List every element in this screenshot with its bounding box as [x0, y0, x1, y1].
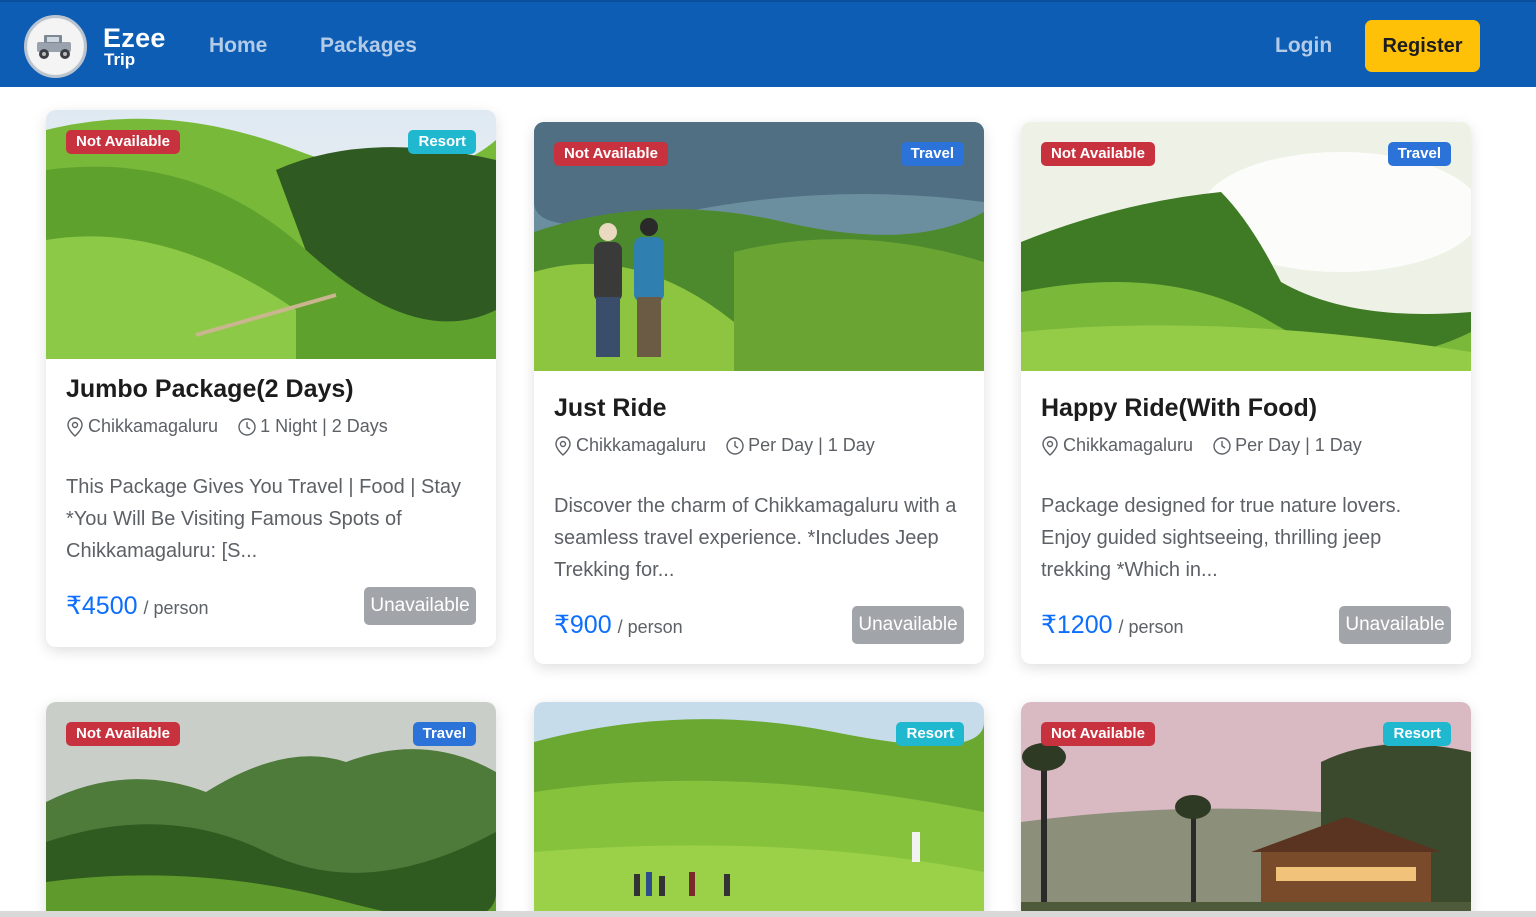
price-unit: / person — [1118, 617, 1184, 637]
location-pin-icon — [554, 435, 572, 456]
package-image: Not Available Travel — [534, 122, 984, 371]
package-duration: 1 Night | 2 Days — [260, 416, 388, 436]
package-location: Chikkamagaluru — [576, 435, 707, 455]
package-title: Just Ride — [554, 394, 667, 422]
package-meta: Chikkamagaluru Per Day | 1 Day — [1041, 435, 1362, 456]
package-image: Not Available Travel — [46, 702, 496, 917]
category-badge: Resort — [896, 722, 964, 746]
login-link[interactable]: Login — [1275, 34, 1332, 58]
location-pin-icon — [66, 416, 84, 437]
price-amount: ₹4500 — [66, 592, 138, 620]
package-location: Chikkamagaluru — [88, 416, 219, 436]
package-image: Resort — [534, 702, 984, 917]
package-duration: Per Day | 1 Day — [1235, 435, 1362, 455]
status-badge: Not Available — [66, 722, 180, 746]
location-pin-icon — [1041, 435, 1059, 456]
navbar: Ezee Trip Home Packages Login Register — [0, 0, 1536, 87]
package-meta: Chikkamagaluru Per Day | 1 Day — [554, 435, 875, 456]
nav-home-link[interactable]: Home — [209, 34, 267, 58]
price-unit: / person — [143, 598, 209, 618]
package-description: This Package Gives You Travel | Food | S… — [66, 476, 462, 562]
package-card[interactable]: Not Available Travel — [46, 702, 496, 917]
nav-packages-link[interactable]: Packages — [320, 34, 417, 58]
category-badge: Travel — [412, 722, 476, 746]
category-badge: Resort — [1383, 722, 1451, 746]
clock-icon — [1213, 436, 1231, 456]
package-card[interactable]: Not Available Resort Jumbo Package(2 Day… — [46, 110, 496, 647]
package-image: Not Available Travel — [1021, 122, 1471, 371]
package-price: ₹900 / person — [554, 610, 683, 640]
package-price: ₹4500 / person — [66, 591, 209, 621]
package-price: ₹1200 / person — [1041, 610, 1184, 640]
clock-icon — [238, 417, 256, 437]
package-image: Not Available Resort — [1021, 702, 1471, 917]
package-meta: Chikkamagaluru 1 Night | 2 Days — [66, 416, 388, 437]
jeep-icon — [27, 18, 84, 75]
price-amount: ₹1200 — [1041, 611, 1113, 639]
brand-logo[interactable] — [24, 15, 87, 78]
package-image: Not Available Resort — [46, 110, 496, 359]
unavailable-button[interactable]: Unavailable — [364, 587, 476, 625]
category-badge: Resort — [408, 130, 476, 154]
status-badge: Not Available — [1041, 722, 1155, 746]
clock-icon — [726, 436, 744, 456]
price-unit: / person — [617, 617, 683, 637]
status-badge: Not Available — [1041, 142, 1155, 166]
package-card[interactable]: Not Available Travel Just Ride Chikkamag… — [534, 122, 984, 664]
price-amount: ₹900 — [554, 611, 612, 639]
package-title: Happy Ride(With Food) — [1041, 394, 1318, 422]
category-badge: Travel — [900, 142, 964, 166]
package-duration: Per Day | 1 Day — [748, 435, 875, 455]
status-badge: Not Available — [66, 130, 180, 154]
package-location: Chikkamagaluru — [1063, 435, 1194, 455]
package-description: Package designed for true nature lovers.… — [1041, 495, 1402, 581]
horizontal-scrollbar[interactable] — [0, 911, 1536, 917]
status-badge: Not Available — [554, 142, 668, 166]
package-card[interactable]: Not Available Resort — [1021, 702, 1471, 917]
unavailable-button[interactable]: Unavailable — [852, 606, 964, 644]
register-button[interactable]: Register — [1365, 20, 1480, 72]
category-badge: Travel — [1387, 142, 1451, 166]
package-card[interactable]: Not Available Travel Happy Ride(With Foo… — [1021, 122, 1471, 664]
unavailable-button[interactable]: Unavailable — [1339, 606, 1451, 644]
package-card[interactable]: Resort — [534, 702, 984, 917]
brand-subtitle: Trip — [104, 50, 136, 69]
package-title: Jumbo Package(2 Days) — [66, 375, 354, 403]
package-description: Discover the charm of Chikkamagaluru wit… — [554, 495, 957, 581]
